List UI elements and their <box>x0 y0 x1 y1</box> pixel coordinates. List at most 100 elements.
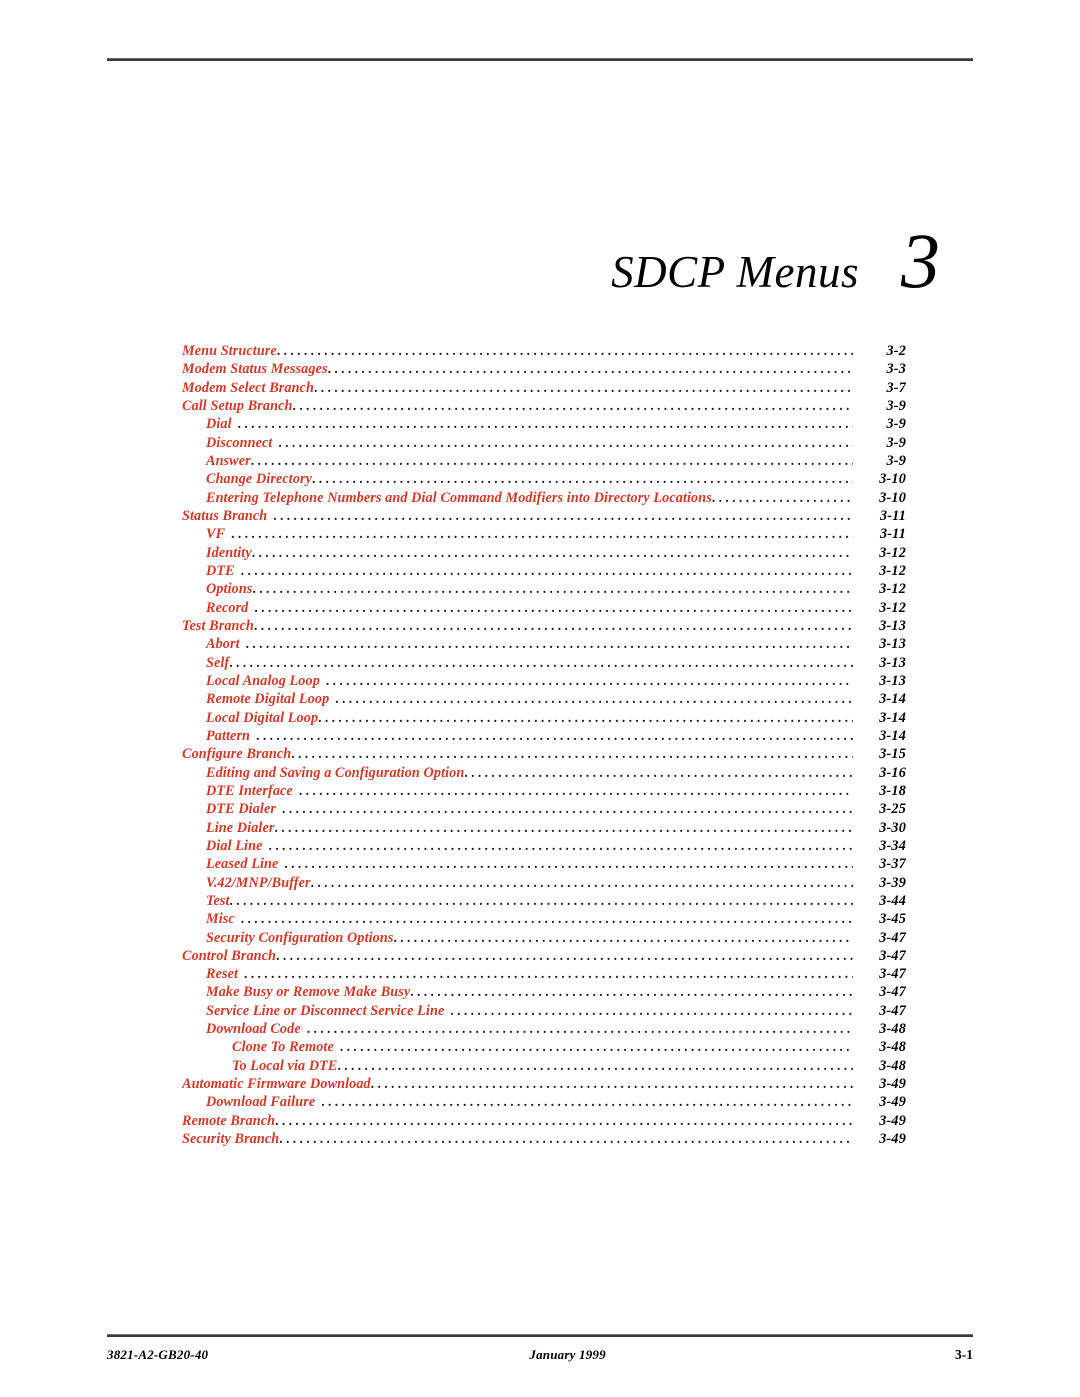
toc-entry-label: Dial Line <box>206 837 263 854</box>
toc-dot-leader <box>276 947 853 965</box>
toc-entry-page: 3-14 <box>879 727 906 744</box>
toc-entry-page: 3-49 <box>879 1076 906 1093</box>
toc-entry[interactable]: Call Setup Branch 3-9 <box>182 397 906 415</box>
toc-dot-leader <box>230 892 853 910</box>
page-title: SDCP Menus <box>611 247 859 297</box>
toc-entry[interactable]: Download Code 3-48 <box>182 1020 906 1038</box>
toc-entry[interactable]: Reset 3-47 <box>182 965 906 983</box>
page-footer: 3821-A2-GB20-40 January 1999 3-1 <box>107 1343 973 1367</box>
toc-entry-page: 3-9 <box>886 416 906 433</box>
toc-dot-leader <box>254 599 853 617</box>
toc-entry[interactable]: Security Branch 3-49 <box>182 1130 906 1148</box>
toc-entry[interactable]: Line Dialer 3-30 <box>182 819 906 837</box>
toc-entry-label: Status Branch <box>182 507 268 524</box>
toc-dot-leader <box>371 1075 853 1093</box>
toc-entry[interactable]: Self 3-13 <box>182 654 906 672</box>
toc-entry[interactable]: Local Analog Loop 3-13 <box>182 672 906 690</box>
toc-dot-leader <box>282 800 853 818</box>
toc-entry[interactable]: Abort 3-13 <box>182 635 906 653</box>
toc-entry[interactable]: Download Failure 3-49 <box>182 1093 906 1111</box>
toc-entry-page: 3-49 <box>879 1094 906 1111</box>
toc-entry[interactable]: Disconnect 3-9 <box>182 434 906 452</box>
toc-entry-page: 3-2 <box>886 343 906 359</box>
toc-entry-label: Misc <box>206 911 235 928</box>
toc-dot-leader <box>326 672 853 690</box>
toc-dot-leader <box>307 1020 853 1038</box>
toc-entry-label: Record <box>206 599 249 616</box>
toc-entry[interactable]: Remote Digital Loop 3-14 <box>182 690 906 708</box>
toc-dot-leader <box>241 562 853 580</box>
toc-entry[interactable]: To Local via DTE 3-48 <box>182 1057 906 1075</box>
toc-entry[interactable]: Dial Line 3-34 <box>182 837 906 855</box>
toc-entry-page: 3-47 <box>879 929 906 946</box>
toc-entry-page: 3-47 <box>879 947 906 964</box>
toc-entry-label: Automatic Firmware Download <box>182 1076 371 1093</box>
footer-date: January 1999 <box>529 1347 606 1362</box>
toc-entry-page: 3-12 <box>879 581 906 598</box>
toc-dot-leader <box>254 617 853 635</box>
toc-entry-label: Remote Branch <box>182 1112 276 1129</box>
toc-entry-label: Identity <box>206 544 252 561</box>
toc-entry[interactable]: Configure Branch 3-15 <box>182 745 906 763</box>
toc-entry-label: Disconnect <box>206 434 273 451</box>
toc-dot-leader <box>278 434 853 452</box>
toc-entry[interactable]: Options 3-12 <box>182 580 906 598</box>
toc-entry[interactable]: Answer 3-9 <box>182 452 906 470</box>
toc-entry-page: 3-12 <box>879 562 906 579</box>
toc-entry[interactable]: Editing and Saving a Configuration Optio… <box>182 764 906 782</box>
toc-entry[interactable]: Clone To Remote 3-48 <box>182 1038 906 1056</box>
toc-entry[interactable]: Change Directory 3-10 <box>182 470 906 488</box>
toc-entry-label: Download Failure <box>206 1094 316 1111</box>
toc-entry[interactable]: Identity 3-12 <box>182 544 906 562</box>
toc-entry-label: Modem Status Messages <box>182 361 328 378</box>
toc-entry-page: 3-13 <box>879 617 906 634</box>
toc-dot-leader <box>274 819 853 837</box>
toc-dot-leader <box>277 342 853 360</box>
toc-entry[interactable]: Local Digital Loop 3-14 <box>182 709 906 727</box>
toc-entry-label: Call Setup Branch <box>182 397 293 414</box>
toc-entry-label: DTE <box>206 562 235 579</box>
toc-entry[interactable]: Control Branch 3-47 <box>182 947 906 965</box>
toc-entry-page: 3-47 <box>879 966 906 983</box>
toc-dot-leader <box>340 1038 853 1056</box>
toc-entry-page: 3-14 <box>879 709 906 726</box>
toc-entry[interactable]: Entering Telephone Numbers and Dial Comm… <box>182 489 906 507</box>
toc-entry[interactable]: Automatic Firmware Download 3-49 <box>182 1075 906 1093</box>
toc-entry[interactable]: Pattern 3-14 <box>182 727 906 745</box>
toc-entry-label: Reset <box>206 966 239 983</box>
toc-entry-page: 3-48 <box>879 1021 906 1038</box>
toc-entry[interactable]: Remote Branch 3-49 <box>182 1112 906 1130</box>
toc-entry[interactable]: Test 3-44 <box>182 892 906 910</box>
toc-entry[interactable]: Record 3-12 <box>182 599 906 617</box>
toc-entry-page: 3-9 <box>886 397 906 414</box>
toc-entry[interactable]: DTE Dialer 3-25 <box>182 800 906 818</box>
toc-entry[interactable]: Service Line or Disconnect Service Line 3… <box>182 1002 906 1020</box>
toc-entry[interactable]: VF 3-11 <box>182 525 906 543</box>
toc-entry-page: 3-30 <box>879 819 906 836</box>
toc-entry[interactable]: Test Branch 3-13 <box>182 617 906 635</box>
toc-entry-label: Options <box>206 581 253 598</box>
toc-entry[interactable]: V.42/MNP/Buffer 3-39 <box>182 874 906 892</box>
toc-entry-label: Menu Structure <box>182 343 277 359</box>
toc-entry[interactable]: Dial 3-9 <box>182 415 906 433</box>
toc-dot-leader <box>335 690 853 708</box>
toc-entry[interactable]: DTE 3-12 <box>182 562 906 580</box>
toc-entry[interactable]: Leased Line 3-37 <box>182 855 906 873</box>
toc-entry[interactable]: Make Busy or Remove Make Busy 3-47 <box>182 983 906 1001</box>
toc-entry[interactable]: Misc 3-45 <box>182 910 906 928</box>
toc-entry-page: 3-13 <box>879 654 906 671</box>
toc-entry[interactable]: DTE Interface 3-18 <box>182 782 906 800</box>
toc-dot-leader <box>268 837 853 855</box>
toc-entry[interactable]: Status Branch 3-11 <box>182 507 906 525</box>
toc-dot-leader <box>241 910 853 928</box>
toc-dot-leader <box>279 1130 853 1148</box>
toc-entry-label: Editing and Saving a Configuration Optio… <box>206 764 465 781</box>
toc-entry[interactable]: Modem Select Branch 3-7 <box>182 379 906 397</box>
toc-entry[interactable]: Modem Status Messages 3-3 <box>182 360 906 378</box>
toc-entry[interactable]: Menu Structure 3-2 <box>182 342 906 360</box>
manual-page: SDCP Menus 3 Menu Structure3-2Modem Stat… <box>0 0 1080 1397</box>
toc-dot-leader <box>321 1093 853 1111</box>
footer-page-number: 3-1 <box>955 1347 973 1362</box>
toc-entry-label: Service Line or Disconnect Service Line <box>206 1002 445 1019</box>
toc-entry[interactable]: Security Configuration Options 3-47 <box>182 929 906 947</box>
